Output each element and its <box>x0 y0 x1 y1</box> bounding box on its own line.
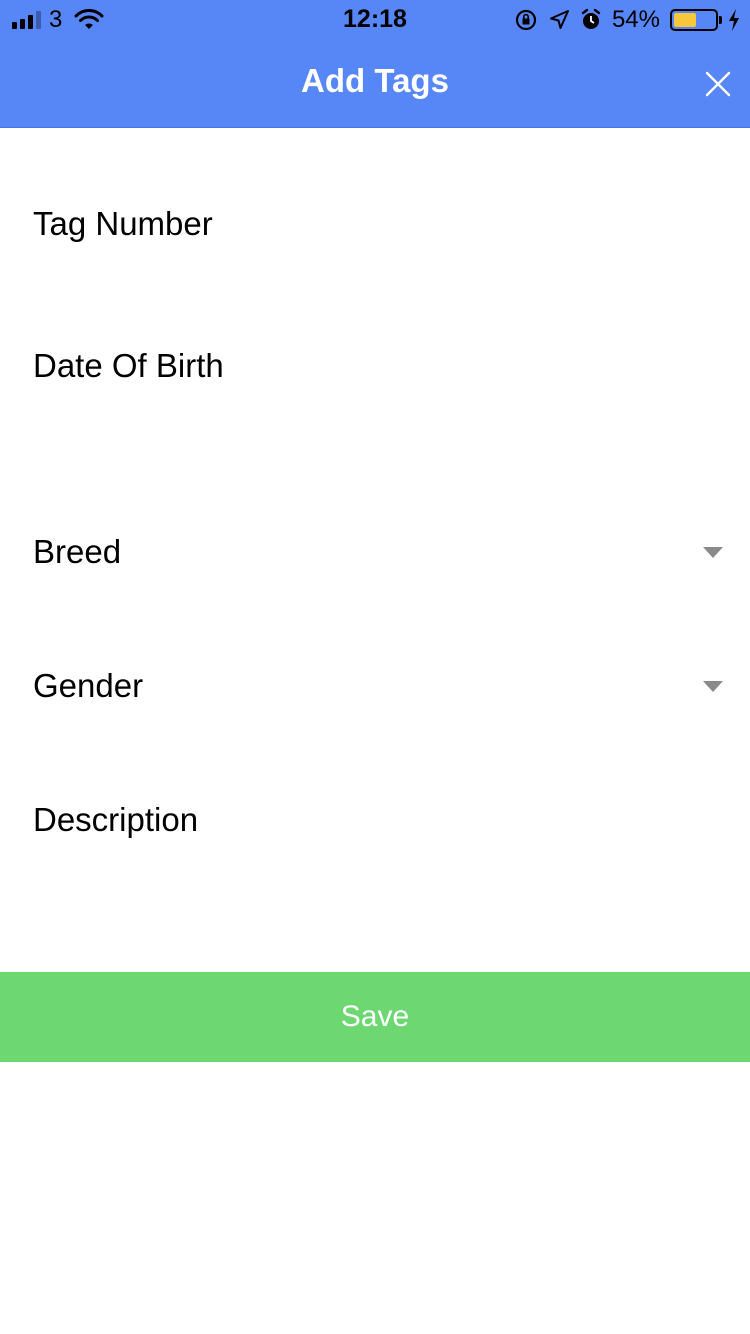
close-button[interactable] <box>700 66 736 102</box>
description-field[interactable]: Description <box>33 795 728 845</box>
location-icon <box>549 10 569 29</box>
alarm-icon <box>581 8 601 29</box>
tag-number-label: Tag Number <box>33 205 213 242</box>
header: 3 12:18 54% Add Tags <box>0 0 750 128</box>
status-bar: 3 12:18 54% <box>0 0 750 40</box>
status-right: 54% <box>514 6 740 33</box>
save-button[interactable]: Save <box>0 972 750 1062</box>
date-of-birth-label: Date Of Birth <box>33 347 224 384</box>
battery-percent: 54% <box>611 6 660 33</box>
battery-icon <box>670 9 722 31</box>
tag-number-field[interactable]: Tag Number <box>33 199 728 249</box>
page-title: Add Tags <box>301 62 449 99</box>
breed-label: Breed <box>33 533 122 570</box>
chevron-down-icon <box>703 546 723 558</box>
orientation-lock-icon <box>515 9 537 31</box>
close-icon <box>705 71 731 97</box>
description-label: Description <box>33 801 199 838</box>
battery-level <box>674 13 696 27</box>
chevron-down-icon <box>703 680 723 692</box>
gender-select[interactable]: Gender <box>33 661 728 711</box>
gender-label: Gender <box>33 667 144 704</box>
breed-select[interactable]: Breed <box>33 527 728 577</box>
date-of-birth-field[interactable]: Date Of Birth <box>33 341 728 391</box>
charging-icon <box>729 9 739 31</box>
